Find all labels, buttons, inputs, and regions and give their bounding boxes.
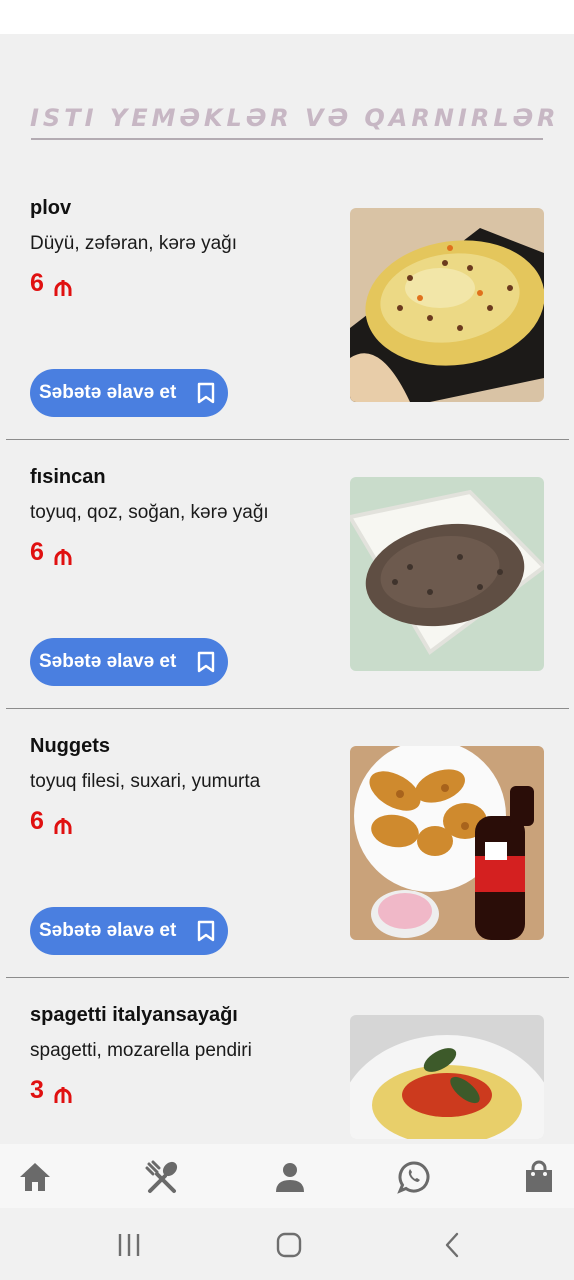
price-value: 6 xyxy=(30,538,44,566)
section-divider xyxy=(31,138,543,140)
whatsapp-icon[interactable] xyxy=(397,1160,431,1194)
section-title: ISTI YEMƏKLƏR VƏ QARNIRLƏR xyxy=(30,104,560,132)
item-name: fısincan xyxy=(30,466,106,488)
section-header: ISTI YEMƏKLƏR VƏ QARNIRLƏR xyxy=(30,104,556,132)
shopping-bag-icon[interactable] xyxy=(522,1160,556,1194)
add-to-cart-button[interactable]: Səbətə əlavə et xyxy=(30,907,228,955)
manat-icon xyxy=(54,1082,72,1103)
price-value: 3 xyxy=(30,1076,44,1104)
manat-icon xyxy=(54,544,72,565)
item-divider xyxy=(6,708,569,709)
item-name: Nuggets xyxy=(30,735,110,757)
bookmark-icon xyxy=(196,920,216,942)
fisincan-photo xyxy=(350,477,544,671)
home-icon[interactable] xyxy=(18,1160,52,1194)
nuggets-photo xyxy=(350,746,544,940)
item-description: Düyü, zəfəran, kərə yağı xyxy=(30,233,237,254)
menu-item-plov: plov Düyü, zəfəran, kərə yağı 6 Səbətə ə… xyxy=(0,197,574,477)
item-name: spagetti italyansayağı xyxy=(30,1004,238,1026)
item-price: 3 xyxy=(30,1076,72,1105)
bookmark-icon xyxy=(196,651,216,673)
manat-icon xyxy=(54,275,72,296)
add-to-cart-button[interactable]: Səbətə əlavə et xyxy=(30,638,228,686)
item-description: toyuq, qoz, soğan, kərə yağı xyxy=(30,502,269,523)
price-value: 6 xyxy=(30,807,44,835)
item-divider xyxy=(6,439,569,440)
item-name: plov xyxy=(30,197,72,219)
item-price: 6 xyxy=(30,807,72,836)
menu-item-nuggets: Nuggets toyuq filesi, suxari, yumurta 6 … xyxy=(0,735,574,1015)
user-icon[interactable] xyxy=(273,1160,307,1194)
home-button-icon[interactable] xyxy=(276,1232,302,1263)
bottom-nav xyxy=(0,1144,574,1208)
plov-photo xyxy=(350,208,544,402)
item-price: 6 xyxy=(30,538,72,567)
menu-item-fisincan: fısincan toyuq, qoz, soğan, kərə yağı 6 … xyxy=(0,466,574,746)
item-divider xyxy=(6,977,569,978)
spaghetti-photo xyxy=(350,1015,544,1139)
recent-apps-icon[interactable] xyxy=(116,1232,142,1263)
item-description: toyuq filesi, suxari, yumurta xyxy=(30,771,261,792)
back-icon[interactable] xyxy=(440,1232,466,1263)
add-to-cart-label: Səbətə əlavə et xyxy=(39,920,177,941)
bookmark-icon xyxy=(196,382,216,404)
cutlery-icon[interactable] xyxy=(145,1160,179,1194)
add-to-cart-label: Səbətə əlavə et xyxy=(39,382,177,403)
item-description: spagetti, mozarella pendiri xyxy=(30,1040,252,1061)
add-to-cart-button[interactable]: Səbətə əlavə et xyxy=(30,369,228,417)
add-to-cart-label: Səbətə əlavə et xyxy=(39,651,177,672)
system-nav-bar xyxy=(0,1208,574,1280)
item-price: 6 xyxy=(30,269,72,298)
status-bar xyxy=(0,0,574,34)
price-value: 6 xyxy=(30,269,44,297)
manat-icon xyxy=(54,813,72,834)
